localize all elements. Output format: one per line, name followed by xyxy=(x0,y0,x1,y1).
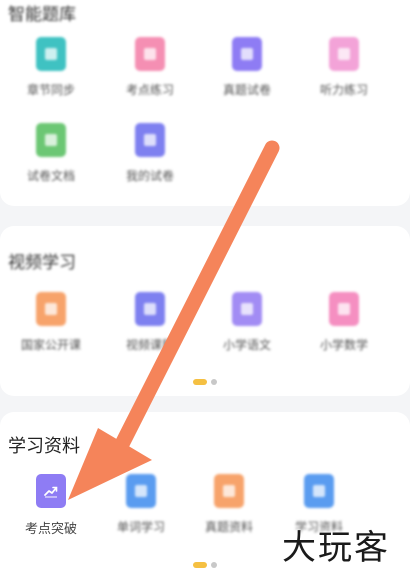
doc-icon xyxy=(214,474,244,508)
grid-item-label: 小学数学 xyxy=(319,338,368,352)
page-dot xyxy=(211,562,217,568)
grid-item-listening-practice[interactable]: 听力练习 xyxy=(299,37,389,98)
doc-icon xyxy=(304,474,334,508)
doc-icon xyxy=(126,474,156,508)
grid-item-exam-materials[interactable]: 真题资料 xyxy=(184,474,274,535)
grid-item-label: 小学语文 xyxy=(222,338,271,352)
grid-item-paper-documents[interactable]: 试卷文档 xyxy=(6,123,96,184)
question-bank-card: 智能题库 章节同步 考点练习 真题试卷 听力练习 试卷文档 我的试卷 xyxy=(0,0,410,206)
doc-icon xyxy=(232,292,262,326)
doc-icon xyxy=(36,123,66,157)
grid-item-primary-math[interactable]: 小学数学 xyxy=(299,292,389,353)
grid-item-key-points[interactable]: 考点突破 xyxy=(6,474,96,537)
watermark: 大玩客 xyxy=(282,528,390,568)
grid-item-topic-practice[interactable]: 考点练习 xyxy=(105,37,195,98)
grid-item-vocabulary[interactable]: 单词学习 xyxy=(96,474,186,535)
doc-icon xyxy=(135,292,165,326)
grid-item-past-papers[interactable]: 真题试卷 xyxy=(202,37,292,98)
grid-item-label: 听力练习 xyxy=(319,83,368,97)
grid-item-label: 视频课程 xyxy=(125,338,174,352)
grid-item-my-papers[interactable]: 我的试卷 xyxy=(105,123,195,184)
grid-item-label: 章节同步 xyxy=(26,83,75,97)
page-dot xyxy=(211,379,217,385)
trend-icon xyxy=(36,474,66,508)
doc-icon xyxy=(329,37,359,71)
page-indicator xyxy=(0,379,410,385)
doc-icon xyxy=(36,37,66,71)
grid-item-open-course[interactable]: 国家公开课 xyxy=(6,292,96,353)
grid-item-label: 单词学习 xyxy=(116,520,165,534)
doc-icon xyxy=(329,292,359,326)
grid-item-label: 国家公开课 xyxy=(20,338,81,352)
grid-item-chapter-sync[interactable]: 章节同步 xyxy=(6,37,96,98)
grid-item-primary-chinese[interactable]: 小学语文 xyxy=(202,292,292,353)
section-title-video-learning: 视频学习 xyxy=(8,253,76,273)
grid-item-label: 考点练习 xyxy=(125,83,174,97)
grid-item-label: 考点突破 xyxy=(24,522,77,537)
grid-item-label: 真题资料 xyxy=(204,520,253,534)
section-title-question-bank: 智能题库 xyxy=(8,5,76,25)
doc-icon xyxy=(232,37,262,71)
section-title-study-materials: 学习资料 xyxy=(8,436,80,457)
page-dot-active xyxy=(193,562,207,568)
grid-item-label: 试卷文档 xyxy=(26,169,75,183)
doc-icon xyxy=(135,123,165,157)
doc-icon xyxy=(36,292,66,326)
grid-item-label: 真题试卷 xyxy=(222,83,271,97)
doc-icon xyxy=(135,37,165,71)
grid-item-label: 我的试卷 xyxy=(125,169,174,183)
page-dot-active xyxy=(193,379,207,385)
video-learning-card: 视频学习 国家公开课 视频课程 小学语文 小学数学 xyxy=(0,226,410,396)
grid-item-video-course[interactable]: 视频课程 xyxy=(105,292,195,353)
